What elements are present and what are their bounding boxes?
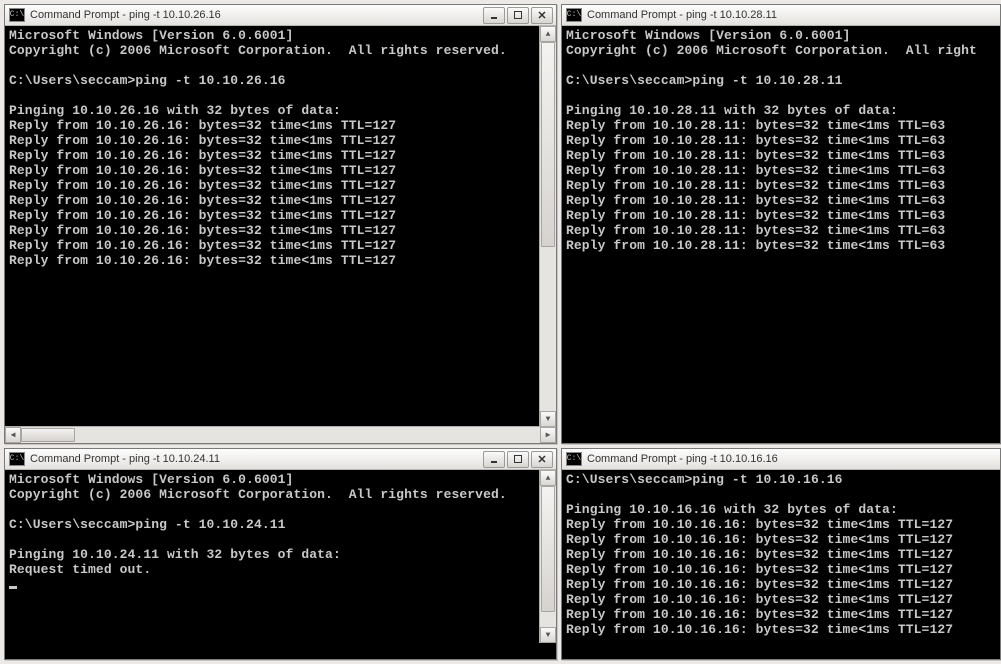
terminal-client: C:\Users\seccam>ping -t 10.10.16.16 Ping… (562, 470, 1000, 659)
maximize-button[interactable] (507, 7, 529, 24)
titlebar[interactable]: C:\ Command Prompt - ping -t 10.10.16.16 (562, 449, 1000, 470)
terminal-output[interactable]: Microsoft Windows [Version 6.0.6001] Cop… (5, 26, 556, 270)
terminal-client: Microsoft Windows [Version 6.0.6001] Cop… (5, 26, 556, 443)
terminal-output[interactable]: C:\Users\seccam>ping -t 10.10.16.16 Ping… (562, 470, 1000, 639)
terminal-output[interactable]: Microsoft Windows [Version 6.0.6001] Cop… (562, 26, 1000, 255)
scroll-up-button[interactable]: ▲ (540, 470, 556, 486)
window-controls (483, 7, 553, 24)
window-controls (483, 451, 553, 468)
scroll-down-button[interactable]: ▼ (540, 411, 556, 427)
titlebar[interactable]: C:\ Command Prompt - ping -t 10.10.26.16 (5, 5, 556, 26)
window-title: Command Prompt - ping -t 10.10.16.16 (587, 453, 997, 465)
maximize-button[interactable] (507, 451, 529, 468)
window-title: Command Prompt - ping -t 10.10.24.11 (30, 453, 478, 465)
cmd-window-4: C:\ Command Prompt - ping -t 10.10.16.16… (561, 448, 1001, 660)
terminal-client: Microsoft Windows [Version 6.0.6001] Cop… (5, 470, 556, 659)
titlebar[interactable]: C:\ Command Prompt - ping -t 10.10.24.11 (5, 449, 556, 470)
horizontal-scrollbar[interactable]: ◀ ▶ (5, 426, 556, 443)
vertical-scrollbar[interactable]: ▲ ▼ (539, 26, 556, 427)
text-cursor (9, 586, 17, 589)
vertical-scrollbar[interactable]: ▲ ▼ (539, 470, 556, 643)
window-title: Command Prompt - ping -t 10.10.26.16 (30, 9, 478, 21)
scroll-thumb[interactable] (541, 486, 555, 612)
scroll-left-button[interactable]: ◀ (5, 427, 21, 443)
scroll-track[interactable] (21, 427, 540, 443)
window-title: Command Prompt - ping -t 10.10.28.11 (587, 9, 997, 21)
scroll-track[interactable] (540, 486, 556, 627)
close-button[interactable] (531, 451, 553, 468)
close-button[interactable] (531, 7, 553, 24)
scroll-thumb[interactable] (541, 42, 555, 247)
terminal-output[interactable]: Microsoft Windows [Version 6.0.6001] Cop… (5, 470, 556, 594)
titlebar[interactable]: C:\ Command Prompt - ping -t 10.10.28.11 (562, 5, 1000, 26)
scroll-right-button[interactable]: ▶ (540, 427, 556, 443)
scroll-up-button[interactable]: ▲ (540, 26, 556, 42)
cmd-window-3: C:\ Command Prompt - ping -t 10.10.24.11… (4, 448, 557, 660)
cmd-icon: C:\ (9, 8, 25, 22)
cmd-icon: C:\ (566, 452, 582, 466)
terminal-client: Microsoft Windows [Version 6.0.6001] Cop… (562, 26, 1000, 443)
scroll-track[interactable] (540, 42, 556, 411)
cmd-icon: C:\ (566, 8, 582, 22)
window-grid: C:\ Command Prompt - ping -t 10.10.26.16… (4, 4, 997, 660)
cmd-icon: C:\ (9, 452, 25, 466)
minimize-button[interactable] (483, 451, 505, 468)
scroll-thumb[interactable] (21, 428, 75, 442)
scroll-down-button[interactable]: ▼ (540, 627, 556, 643)
cmd-window-1: C:\ Command Prompt - ping -t 10.10.26.16… (4, 4, 557, 444)
cmd-window-2: C:\ Command Prompt - ping -t 10.10.28.11… (561, 4, 1001, 444)
minimize-button[interactable] (483, 7, 505, 24)
